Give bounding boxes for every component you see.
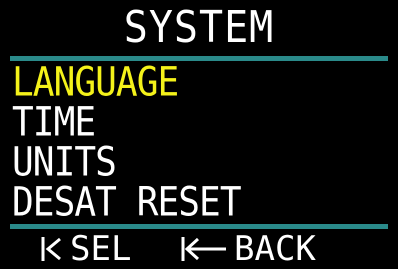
select-softkey-label: SEL (70, 229, 132, 269)
menu-item-desat-reset[interactable]: DESAT RESET (12, 181, 373, 223)
system-menu: LANGUAGE TIME UNITS DESAT RESET (12, 61, 392, 223)
select-arrow-icon (41, 237, 61, 261)
footer-divider (10, 224, 388, 229)
menu-item-units[interactable]: UNITS (12, 141, 373, 183)
dive-computer-screen: SYSTEM LANGUAGE TIME UNITS DESAT RESET S… (0, 0, 398, 269)
menu-item-time[interactable]: TIME (12, 101, 373, 143)
select-softkey[interactable]: SEL (40, 230, 131, 268)
back-arrow-icon (181, 237, 226, 261)
back-softkey[interactable]: BACK (180, 230, 316, 268)
page-title: SYSTEM (123, 3, 275, 53)
softkey-bar: SEL BACK (0, 230, 398, 268)
back-softkey-label: BACK (234, 229, 316, 269)
menu-item-language[interactable]: LANGUAGE (12, 61, 373, 103)
